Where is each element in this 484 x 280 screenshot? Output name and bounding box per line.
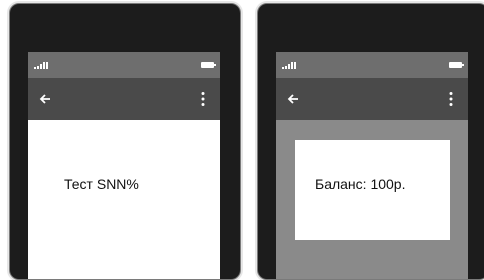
screen-content: Тест SNN% — [28, 120, 220, 279]
battery-icon — [449, 62, 464, 68]
battery-icon — [201, 62, 216, 68]
status-bar — [276, 52, 468, 78]
back-arrow-icon[interactable] — [36, 90, 54, 108]
balance-text: Баланс: 100р. — [315, 176, 406, 192]
phone-screen: Тест SNN% — [28, 52, 220, 279]
more-vert-icon[interactable] — [442, 90, 460, 108]
signal-icon — [282, 62, 298, 69]
app-toolbar — [28, 78, 220, 120]
phone-mockup-left: Тест SNN% — [9, 3, 241, 280]
status-bar — [28, 52, 220, 78]
phone-screen: Баланс: 100р. — [276, 52, 468, 279]
more-vert-icon[interactable] — [194, 90, 212, 108]
signal-icon — [34, 62, 50, 69]
back-arrow-icon[interactable] — [284, 90, 302, 108]
phone-mockup-right: Баланс: 100р. — [257, 3, 484, 280]
dialog-scrim[interactable]: Баланс: 100р. — [276, 120, 468, 279]
content-text: Тест SNN% — [64, 176, 139, 192]
balance-dialog: Баланс: 100р. — [295, 140, 450, 240]
app-toolbar — [276, 78, 468, 120]
